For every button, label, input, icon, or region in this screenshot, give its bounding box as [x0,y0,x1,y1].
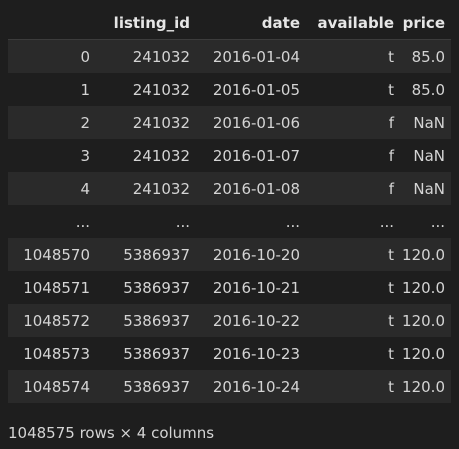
cell-date: ... [196,205,306,238]
row-index: 1048571 [8,271,96,304]
row-index: 4 [8,172,96,205]
cell-price: 120.0 [400,271,451,304]
cell-listing-id: 5386937 [96,271,196,304]
row-index: 1048572 [8,304,96,337]
row-index: 1048574 [8,370,96,403]
cell-date: 2016-01-04 [196,39,306,73]
row-index: 1048570 [8,238,96,271]
cell-available: f [306,139,400,172]
column-header-listing-id: listing_id [96,6,196,40]
cell-price: 85.0 [400,73,451,106]
cell-available: t [306,304,400,337]
cell-available: t [306,39,400,73]
header-row: listing_id date available price [8,6,451,40]
table-row: 0 241032 2016-01-04 t 85.0 [8,39,451,73]
row-index: 1 [8,73,96,106]
cell-date: 2016-01-08 [196,172,306,205]
row-index: 1048573 [8,337,96,370]
cell-available: t [306,337,400,370]
cell-date: 2016-01-05 [196,73,306,106]
cell-listing-id: 241032 [96,73,196,106]
table-row: 1048573 5386937 2016-10-23 t 120.0 [8,337,451,370]
cell-listing-id: ... [96,205,196,238]
notebook-cell-output: listing_id date available price 0 241032… [0,0,459,449]
cell-price: NaN [400,139,451,172]
index-header [8,6,96,40]
cell-listing-id: 5386937 [96,304,196,337]
cell-price: ... [400,205,451,238]
cell-price: 85.0 [400,39,451,73]
cell-listing-id: 241032 [96,139,196,172]
row-index: ... [8,205,96,238]
table-row: 1048571 5386937 2016-10-21 t 120.0 [8,271,451,304]
dataframe-table: listing_id date available price 0 241032… [8,6,451,403]
cell-listing-id: 5386937 [96,238,196,271]
column-header-available: available [306,6,400,40]
cell-listing-id: 241032 [96,172,196,205]
table-row: 3 241032 2016-01-07 f NaN [8,139,451,172]
ellipsis-row: ... ... ... ... ... [8,205,451,238]
cell-date: 2016-10-22 [196,304,306,337]
cell-date: 2016-10-20 [196,238,306,271]
cell-date: 2016-01-06 [196,106,306,139]
table-row: 1 241032 2016-01-05 t 85.0 [8,73,451,106]
column-header-date: date [196,6,306,40]
cell-listing-id: 5386937 [96,370,196,403]
table-row: 2 241032 2016-01-06 f NaN [8,106,451,139]
column-header-price: price [400,6,451,40]
table-row: 1048572 5386937 2016-10-22 t 120.0 [8,304,451,337]
cell-date: 2016-10-21 [196,271,306,304]
cell-available: f [306,172,400,205]
cell-available: t [306,238,400,271]
cell-available: t [306,271,400,304]
cell-price: 120.0 [400,370,451,403]
cell-available: ... [306,205,400,238]
dataframe-shape-summary: 1048575 rows × 4 columns [8,424,215,442]
row-index: 0 [8,39,96,73]
cell-listing-id: 241032 [96,106,196,139]
cell-listing-id: 5386937 [96,337,196,370]
cell-available: f [306,106,400,139]
cell-available: t [306,370,400,403]
table-row: 1048574 5386937 2016-10-24 t 120.0 [8,370,451,403]
cell-available: t [306,73,400,106]
row-index: 2 [8,106,96,139]
row-index: 3 [8,139,96,172]
cell-price: 120.0 [400,238,451,271]
cell-price: 120.0 [400,304,451,337]
cell-price: 120.0 [400,337,451,370]
table-row: 4 241032 2016-01-08 f NaN [8,172,451,205]
cell-date: 2016-10-24 [196,370,306,403]
cell-date: 2016-10-23 [196,337,306,370]
table-row: 1048570 5386937 2016-10-20 t 120.0 [8,238,451,271]
cell-date: 2016-01-07 [196,139,306,172]
cell-price: NaN [400,106,451,139]
cell-listing-id: 241032 [96,39,196,73]
cell-price: NaN [400,172,451,205]
